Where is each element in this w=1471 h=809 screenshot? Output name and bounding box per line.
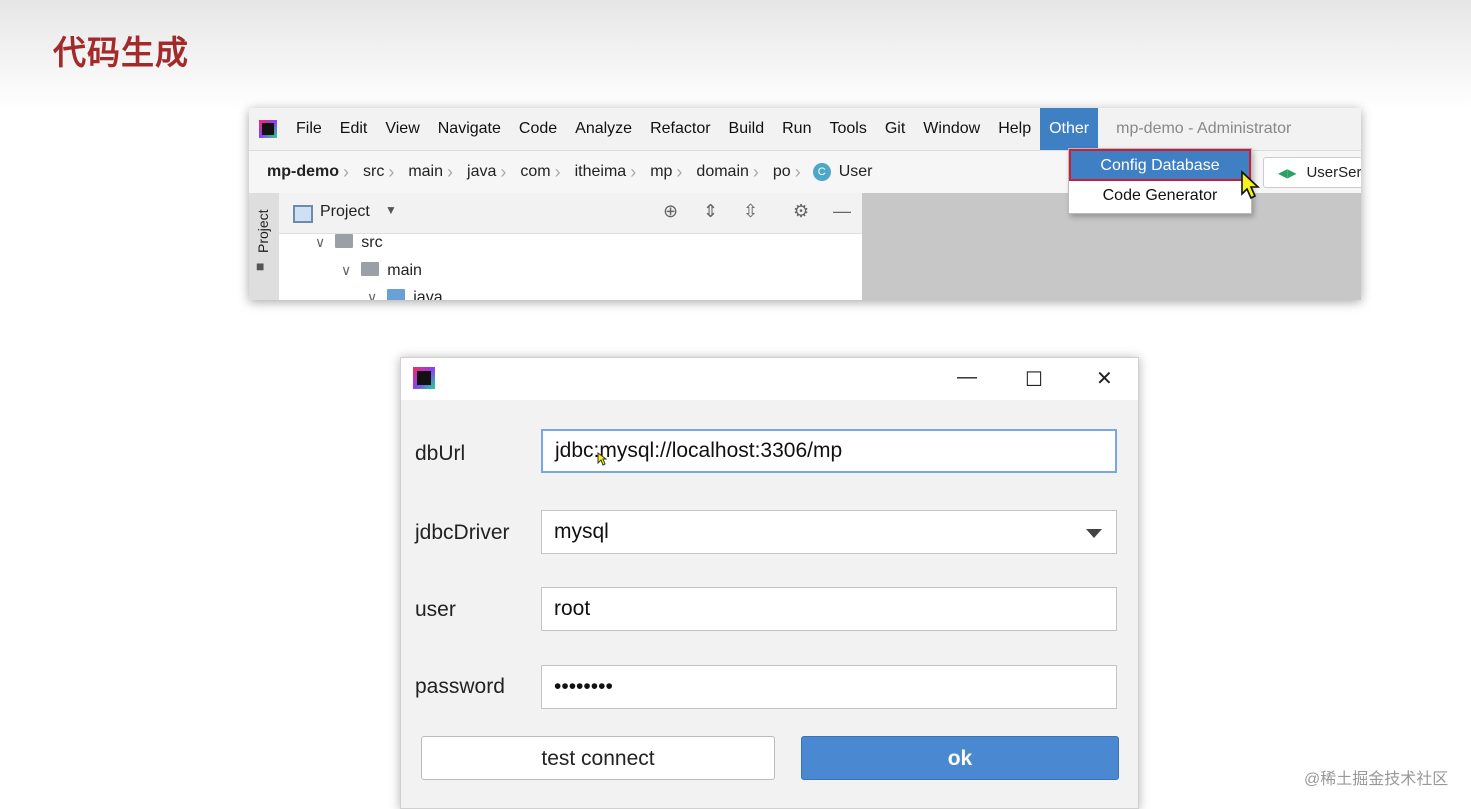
caret-down-icon[interactable]: ▼	[385, 203, 397, 217]
folder-icon	[335, 234, 354, 248]
menu-bar: File Edit View Navigate Code Analyze Ref…	[249, 108, 1361, 150]
project-panel: Project ▼ ⊕ ⇕ ⇳ ⚙ — ∨ src ∨ main ∨ java	[279, 193, 862, 300]
jdbc-driver-label: jdbcDriver	[415, 521, 510, 544]
dburl-label: dbUrl	[415, 442, 466, 465]
breadcrumb-po[interactable]: po	[759, 163, 795, 181]
menu-window[interactable]: Window	[914, 108, 989, 150]
mouse-cursor-icon	[597, 452, 607, 466]
folder-icon	[361, 262, 380, 276]
breadcrumb-user[interactable]: User	[839, 163, 873, 181]
menu-navigate[interactable]: Navigate	[429, 108, 510, 150]
chevron-down-icon: ∨	[367, 289, 378, 300]
folder-icon: ■	[256, 258, 265, 274]
menu-refactor[interactable]: Refactor	[641, 108, 719, 150]
menu-run[interactable]: Run	[773, 108, 820, 150]
user-label: user	[415, 598, 456, 621]
password-input[interactable]: ••••••••	[541, 665, 1117, 709]
menu-tools[interactable]: Tools	[820, 108, 875, 150]
breadcrumb-itheima[interactable]: itheima	[561, 163, 631, 181]
breadcrumb-java[interactable]: java	[453, 163, 500, 181]
close-icon[interactable]: ✕	[1096, 366, 1113, 391]
slide-title: 代码生成	[53, 34, 189, 71]
editor-tab-label: UserSer	[1306, 164, 1361, 181]
breadcrumb-main[interactable]: main	[394, 163, 447, 181]
project-panel-title[interactable]: Project	[320, 203, 370, 221]
tree-item-src[interactable]: ∨ src	[315, 234, 383, 252]
chevron-right-icon: ›	[794, 161, 801, 182]
folder-icon	[387, 289, 406, 300]
other-menu-dropdown: Config Database Code Generator	[1068, 148, 1252, 214]
breadcrumb-src[interactable]: src	[349, 163, 388, 181]
jdbc-driver-value: mysql	[554, 520, 609, 543]
user-input[interactable]: root	[541, 587, 1117, 631]
intellij-logo-icon	[413, 367, 435, 389]
breadcrumb-com[interactable]: com	[506, 163, 554, 181]
project-window-icon	[293, 205, 313, 223]
config-database-dialog: — ☐ ✕ dbUrl jdbc:mysql://localhost:3306/…	[400, 357, 1139, 809]
menu-edit[interactable]: Edit	[331, 108, 377, 150]
maximize-icon[interactable]: ☐	[1025, 367, 1043, 392]
menu-item-config-database[interactable]: Config Database	[1069, 149, 1251, 181]
minimize-icon[interactable]: —	[833, 201, 851, 222]
menu-code[interactable]: Code	[510, 108, 566, 150]
chevron-down-icon: ∨	[341, 262, 352, 278]
password-label: password	[415, 675, 505, 698]
jdbc-driver-select[interactable]: mysql	[541, 510, 1117, 554]
menu-git[interactable]: Git	[876, 108, 914, 150]
test-connect-button[interactable]: test connect	[421, 736, 775, 780]
tree-item-main[interactable]: ∨ main	[341, 262, 422, 280]
chevron-down-icon: ∨	[315, 234, 326, 250]
interface-icon: ◀▶	[1278, 166, 1297, 180]
slide-header-background	[0, 0, 1471, 110]
intellij-logo-icon	[259, 120, 277, 138]
project-panel-header: Project ▼ ⊕ ⇕ ⇳ ⚙ —	[279, 193, 862, 234]
dburl-input[interactable]: jdbc:mysql://localhost:3306/mp	[541, 429, 1117, 473]
menu-other[interactable]: Other	[1040, 108, 1099, 150]
menu-item-code-generator[interactable]: Code Generator	[1069, 181, 1251, 213]
tree-item-label: src	[361, 234, 383, 251]
tree-item-label: java	[413, 289, 443, 300]
ok-button[interactable]: ok	[801, 736, 1119, 780]
editor-tab-userservice[interactable]: ◀▶ UserSer	[1263, 157, 1361, 188]
expand-all-icon[interactable]: ⇕	[703, 201, 718, 222]
class-icon: C	[812, 163, 831, 181]
watermark: @稀土掘金技术社区	[1304, 771, 1449, 788]
project-side-tab[interactable]: Project	[255, 209, 271, 253]
menu-analyze[interactable]: Analyze	[566, 108, 641, 150]
window-title: mp-demo - Administrator	[1116, 120, 1292, 137]
caret-down-icon	[1086, 529, 1102, 538]
gear-icon[interactable]: ⚙	[793, 201, 809, 222]
tree-item-java[interactable]: ∨ java	[367, 289, 443, 300]
breadcrumb-project[interactable]: mp-demo	[249, 163, 343, 181]
menu-file[interactable]: File	[287, 108, 331, 150]
dialog-titlebar: — ☐ ✕	[401, 358, 1138, 400]
menu-help[interactable]: Help	[989, 108, 1040, 150]
collapse-all-icon[interactable]: ⇳	[743, 201, 758, 222]
minimize-icon[interactable]: —	[957, 366, 977, 389]
menu-view[interactable]: View	[376, 108, 428, 150]
breadcrumb-mp[interactable]: mp	[636, 163, 676, 181]
menu-build[interactable]: Build	[720, 108, 774, 150]
breadcrumb-domain[interactable]: domain	[682, 163, 752, 181]
mouse-cursor-icon	[1241, 170, 1261, 200]
locate-icon[interactable]: ⊕	[663, 201, 678, 222]
tree-item-label: main	[387, 262, 422, 279]
